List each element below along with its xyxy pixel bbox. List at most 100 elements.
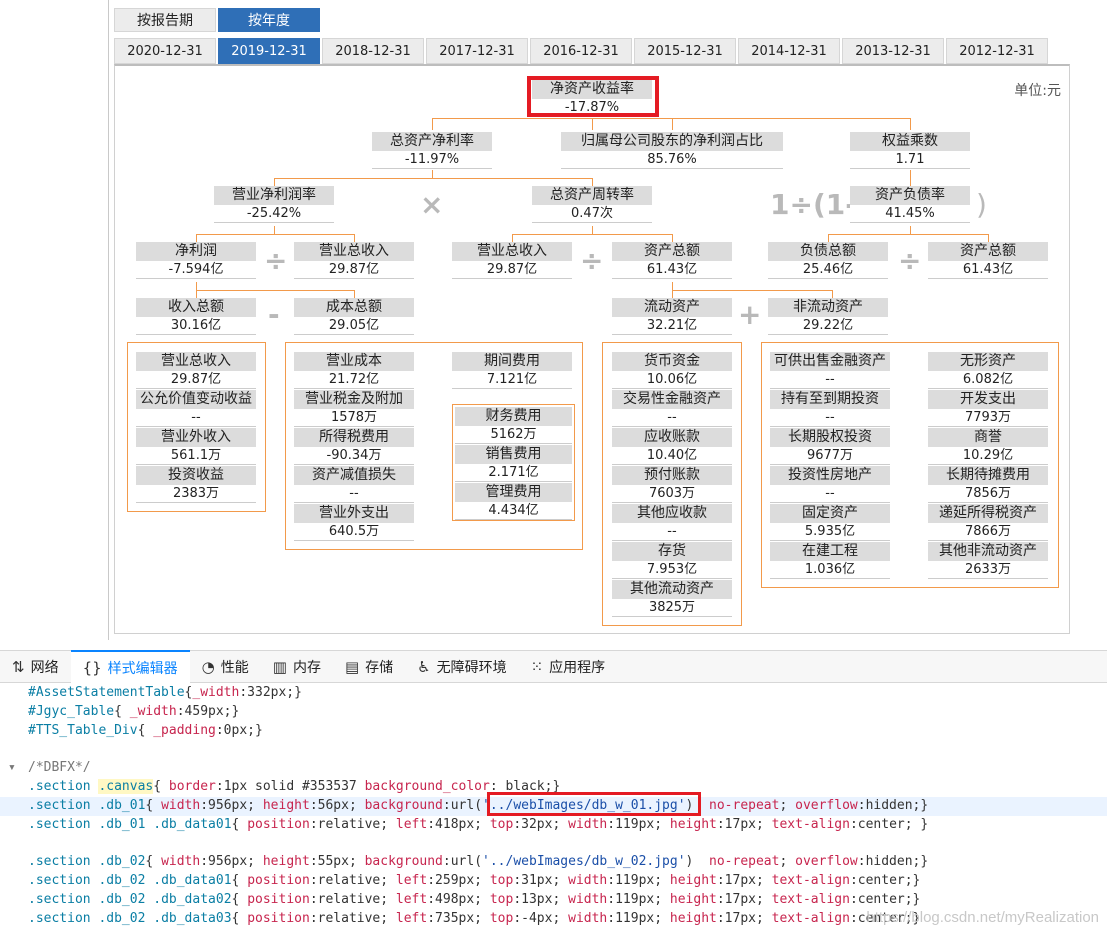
group-item[interactable]: 营业税金及附加 1578万 [294,390,414,427]
group-item[interactable]: 所得税费用 -90.34万 [294,428,414,465]
group-item[interactable]: 商誉 10.29亿 [928,428,1048,465]
item-value: -- [294,485,414,503]
item-value: -- [770,485,890,503]
node-label: 期间费用 [452,352,572,371]
node-roa[interactable]: 总资产净利率 -11.97% [372,132,492,169]
item-label: 公允价值变动收益 [136,390,256,409]
tab-by-year[interactable]: 按年度 [218,8,320,32]
group-item[interactable]: 营业外收入 561.1万 [136,428,256,465]
tab-by-report-period[interactable]: 按报告期 [114,8,216,32]
item-value: 10.29亿 [928,447,1048,465]
node-debt-ratio[interactable]: 资产负债率 41.45% [850,186,970,223]
item-label: 投资收益 [136,466,256,485]
year-tab[interactable]: 2012-12-31 [946,38,1048,64]
group-item[interactable]: 可供出售金融资产 -- [770,352,890,389]
group-item[interactable]: 其他流动资产 3825万 [612,580,732,617]
item-value: 5.935亿 [770,523,890,541]
node-value: 61.43亿 [928,261,1048,279]
group-item[interactable]: 其他非流动资产 2633万 [928,542,1048,579]
item-label: 营业外收入 [136,428,256,447]
group-item[interactable]: 长期股权投资 9677万 [770,428,890,465]
year-tab[interactable]: 2014-12-31 [738,38,840,64]
item-value: 9677万 [770,447,890,465]
node-revenue-2[interactable]: 营业总收入 29.87亿 [452,242,572,279]
item-value: 7866万 [928,523,1048,541]
node-total-assets-2[interactable]: 资产总额 61.43亿 [928,242,1048,279]
item-label: 财务费用 [455,407,572,426]
group-item[interactable]: 财务费用 5162万 [455,407,572,444]
group-item[interactable]: 交易性金融资产 -- [612,390,732,427]
node-label: 营业总收入 [452,242,572,261]
devtools-tab[interactable]: ⇅ 网络 [0,650,71,683]
devtools-tab-label: 网络 [30,659,59,676]
group-item[interactable]: 应收账款 10.40亿 [612,428,732,465]
group-item[interactable]: 管理费用 4.434亿 [455,483,572,520]
group-item[interactable]: 营业外支出 640.5万 [294,504,414,541]
node-total-debt[interactable]: 负债总额 25.46亿 [768,242,888,279]
node-value: 32.21亿 [612,317,732,335]
devtools-tab[interactable]: ⁙ 应用程序 [519,650,618,683]
year-tab[interactable]: 2018-12-31 [322,38,424,64]
code-line: .section .db_02 .db_data01{ position:rel… [28,872,921,888]
year-tab[interactable]: 2020-12-31 [114,38,216,64]
item-value: -- [770,409,890,427]
group-item[interactable]: 持有至到期投资 -- [770,390,890,427]
node-value: 1.71 [850,151,970,169]
node-op-margin[interactable]: 营业净利润率 -25.42% [214,186,334,223]
node-value: -11.97% [372,151,492,169]
item-value: 7.953亿 [612,561,732,579]
item-value: 2633万 [928,561,1048,579]
devtools-tab[interactable]: ▥ 内存 [261,650,333,683]
node-value: 7.121亿 [452,371,572,389]
item-value: -- [770,371,890,389]
group-item[interactable]: 销售费用 2.171亿 [455,445,572,482]
node-total-assets[interactable]: 资产总额 61.43亿 [612,242,732,279]
group-item[interactable]: 存货 7.953亿 [612,542,732,579]
year-tab[interactable]: 2017-12-31 [426,38,528,64]
group-item[interactable]: 投资性房地产 -- [770,466,890,503]
year-tab[interactable]: 2015-12-31 [634,38,736,64]
node-period-expense[interactable]: 期间费用 7.121亿 [452,352,572,389]
group-item[interactable]: 长期待摊费用 7856万 [928,466,1048,503]
item-label: 管理费用 [455,483,572,502]
devtools-tab[interactable]: ▤ 存储 [333,650,405,683]
group-item[interactable]: 预付账款 7603万 [612,466,732,503]
node-net-profit[interactable]: 净利润 -7.594亿 [136,242,256,279]
watermark: https://blog.csdn.net/myRealization [866,909,1099,926]
year-tab[interactable]: 2016-12-31 [530,38,632,64]
node-parent-ratio[interactable]: 归属母公司股东的净利润占比 85.76% [561,132,783,169]
group-item[interactable]: 公允价值变动收益 -- [136,390,256,427]
group-item[interactable]: 无形资产 6.082亿 [928,352,1048,389]
year-tab[interactable]: 2013-12-31 [842,38,944,64]
group-item[interactable]: 投资收益 2383万 [136,466,256,503]
devtools-tab[interactable]: {} 样式编辑器 [70,650,190,683]
divide-operator: ÷ [898,244,922,277]
fold-arrow-icon[interactable]: ▾ [8,759,16,778]
group-item[interactable]: 固定资产 5.935亿 [770,504,890,541]
node-label: 资产总额 [928,242,1048,261]
year-tab[interactable]: 2019-12-31 [218,38,320,64]
group-item[interactable]: 营业总收入 29.87亿 [136,352,256,389]
node-income-total[interactable]: 收入总额 30.16亿 [136,298,256,335]
node-cost-total[interactable]: 成本总额 29.05亿 [294,298,414,335]
group-item[interactable]: 资产减值损失 -- [294,466,414,503]
group-item[interactable]: 递延所得税资产 7866万 [928,504,1048,541]
group-item[interactable]: 货币资金 10.06亿 [612,352,732,389]
item-value: 2.171亿 [455,464,572,482]
node-equity-multiplier[interactable]: 权益乘数 1.71 [850,132,970,169]
group-item[interactable]: 营业成本 21.72亿 [294,352,414,389]
item-value: -- [136,409,256,427]
devtools-tab[interactable]: ♿ 无障碍环境 [405,650,518,683]
node-value: 85.76% [561,151,783,169]
node-turnover[interactable]: 总资产周转率 0.47次 [532,186,652,223]
node-current-assets[interactable]: 流动资产 32.21亿 [612,298,732,335]
node-revenue[interactable]: 营业总收入 29.87亿 [294,242,414,279]
network-arrow-icon: ⇅ [12,657,25,676]
devtools-tab[interactable]: ◔ 性能 [190,650,261,683]
node-noncurrent-assets[interactable]: 非流动资产 29.22亿 [768,298,888,335]
group-item[interactable]: 在建工程 1.036亿 [770,542,890,579]
group-item[interactable]: 开发支出 7793万 [928,390,1048,427]
item-label: 营业税金及附加 [294,390,414,409]
group-item[interactable]: 其他应收款 -- [612,504,732,541]
item-label: 资产减值损失 [294,466,414,485]
